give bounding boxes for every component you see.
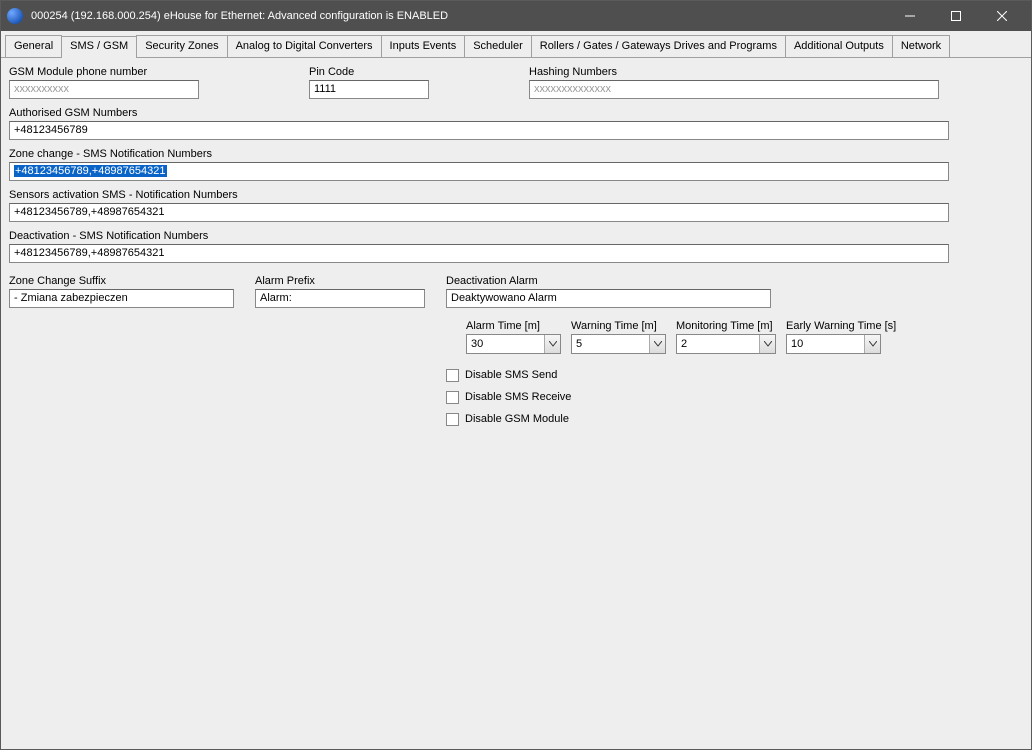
input-authorised[interactable]: +48123456789 — [9, 121, 949, 140]
title-bar: 000254 (192.168.000.254) eHouse for Ethe… — [1, 1, 1031, 31]
chevron-down-icon — [759, 335, 775, 353]
label-gsm-phone: GSM Module phone number — [9, 66, 309, 78]
input-deact-alarm[interactable]: Deaktywowano Alarm — [446, 289, 771, 308]
close-button[interactable] — [979, 1, 1025, 31]
chevron-down-icon — [649, 335, 665, 353]
tab-rollers[interactable]: Rollers / Gates / Gateways Drives and Pr… — [531, 35, 786, 57]
app-icon — [7, 8, 23, 24]
label-sensors-notif: Sensors activation SMS - Notification Nu… — [9, 189, 1023, 201]
label-monitoring-time: Monitoring Time [m] — [676, 320, 776, 332]
input-hashing[interactable]: xxxxxxxxxxxxxx — [529, 80, 939, 99]
label-early-warning: Early Warning Time [s] — [786, 320, 881, 332]
checkbox-icon — [446, 391, 459, 404]
combo-monitoring-time[interactable]: 2 — [676, 334, 776, 354]
input-deact-notif[interactable]: +48123456789,+48987654321 — [9, 244, 949, 263]
checkbox-disable-sms-send[interactable]: Disable SMS Send — [446, 364, 1023, 386]
tab-scheduler[interactable]: Scheduler — [464, 35, 532, 57]
tab-adc[interactable]: Analog to Digital Converters — [227, 35, 382, 57]
checkbox-disable-gsm-module[interactable]: Disable GSM Module — [446, 408, 1023, 430]
label-zone-suffix: Zone Change Suffix — [9, 275, 239, 287]
label-alarm-time: Alarm Time [m] — [466, 320, 561, 332]
chevron-down-icon — [864, 335, 880, 353]
combo-alarm-time[interactable]: 30 — [466, 334, 561, 354]
combo-warning-time[interactable]: 5 — [571, 334, 666, 354]
tab-strip: General SMS / GSM Security Zones Analog … — [1, 31, 1031, 58]
tab-additional-outputs[interactable]: Additional Outputs — [785, 35, 893, 57]
tab-general[interactable]: General — [5, 35, 62, 57]
tab-panel-sms-gsm: GSM Module phone number xxxxxxxxxx Pin C… — [1, 58, 1031, 749]
label-deact-alarm: Deactivation Alarm — [446, 275, 776, 287]
input-zone-suffix[interactable]: - Zmiana zabezpieczen — [9, 289, 234, 308]
checkbox-label: Disable SMS Receive — [465, 391, 571, 403]
label-alarm-prefix: Alarm Prefix — [255, 275, 430, 287]
combo-early-warning[interactable]: 10 — [786, 334, 881, 354]
label-deact-notif: Deactivation - SMS Notification Numbers — [9, 230, 1023, 242]
label-pin: Pin Code — [309, 66, 529, 78]
tab-sms-gsm[interactable]: SMS / GSM — [61, 36, 137, 58]
maximize-button[interactable] — [933, 1, 979, 31]
chevron-down-icon — [544, 335, 560, 353]
tab-inputs-events[interactable]: Inputs Events — [381, 35, 466, 57]
minimize-button[interactable] — [887, 1, 933, 31]
input-sensors-notif[interactable]: +48123456789,+48987654321 — [9, 203, 949, 222]
tab-network[interactable]: Network — [892, 35, 950, 57]
checkbox-icon — [446, 369, 459, 382]
label-warning-time: Warning Time [m] — [571, 320, 666, 332]
input-zone-change-notif[interactable]: +48123456789,+48987654321 — [9, 162, 949, 181]
input-alarm-prefix[interactable]: Alarm: — [255, 289, 425, 308]
label-hashing: Hashing Numbers — [529, 66, 949, 78]
window-title: 000254 (192.168.000.254) eHouse for Ethe… — [31, 10, 448, 22]
checkbox-disable-sms-receive[interactable]: Disable SMS Receive — [446, 386, 1023, 408]
label-authorised: Authorised GSM Numbers — [9, 107, 1023, 119]
input-pin[interactable]: 1111 — [309, 80, 429, 99]
tab-security-zones[interactable]: Security Zones — [136, 35, 227, 57]
checkbox-label: Disable GSM Module — [465, 413, 569, 425]
checkbox-icon — [446, 413, 459, 426]
app-window: 000254 (192.168.000.254) eHouse for Ethe… — [0, 0, 1032, 750]
label-zone-change-notif: Zone change - SMS Notification Numbers — [9, 148, 1023, 160]
input-gsm-phone[interactable]: xxxxxxxxxx — [9, 80, 199, 99]
checkbox-label: Disable SMS Send — [465, 369, 557, 381]
